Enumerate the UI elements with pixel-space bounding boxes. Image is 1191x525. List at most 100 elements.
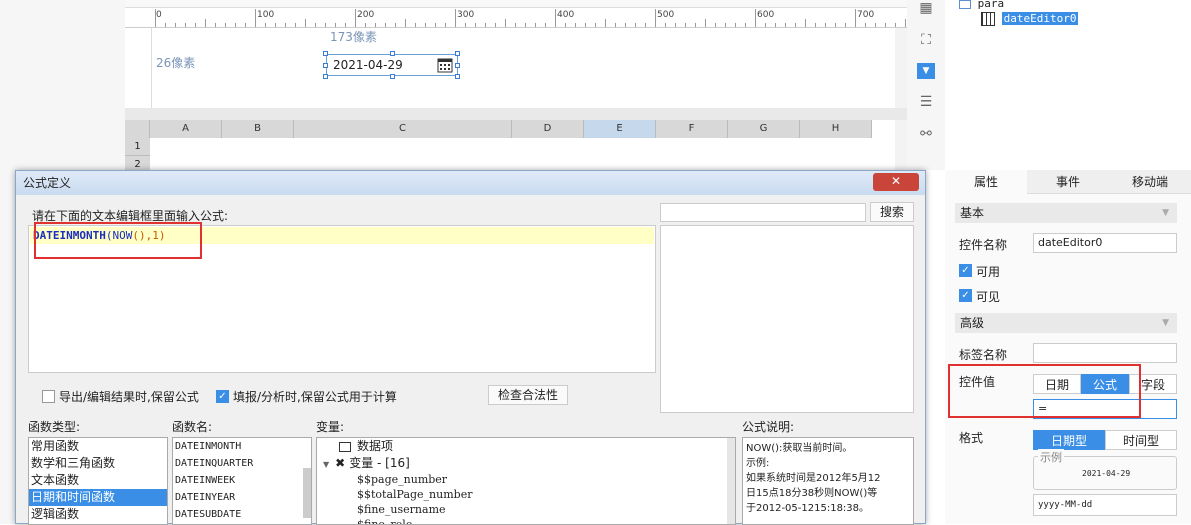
formula-dialog: 公式定义 ✕ 请在下面的文本编辑框里面输入公式: DATEINMONTH(NOW… [15, 170, 926, 525]
check-validity-button[interactable]: 检查合法性 [488, 385, 568, 405]
list-item[interactable]: DATEINYEAR [173, 489, 311, 506]
basic-section[interactable]: 基本 ▼ [955, 203, 1177, 223]
resize-handle[interactable] [455, 63, 460, 68]
widget-tool-icon[interactable]: ▦ [917, 0, 935, 16]
ruler-tick [845, 23, 846, 27]
list-item[interactable]: 常用函数 [29, 438, 167, 455]
scrollbar[interactable] [727, 438, 735, 524]
list-item-selected[interactable]: 日期和时间函数 [29, 489, 167, 506]
ruler-tick [405, 19, 406, 27]
format-mode-date[interactable]: 日期型 [1033, 430, 1105, 450]
visible-label: 可见 [976, 290, 1001, 304]
tab-properties[interactable]: 属性 [945, 170, 1027, 194]
ruler-tick [315, 23, 316, 27]
ruler-tick [475, 23, 476, 27]
advanced-section[interactable]: 高级 ▼ [955, 313, 1177, 333]
variable-item[interactable]: $$totalPage_number [317, 487, 735, 502]
column-header[interactable]: A [150, 120, 222, 138]
variable-item[interactable]: $$page_number [317, 472, 735, 487]
component-tree: para dateEditor0 [945, 0, 1191, 170]
list-item[interactable]: DATEINMONTH [173, 438, 311, 455]
link-icon[interactable]: ⚯ [917, 126, 935, 142]
ruler-tick [255, 9, 256, 27]
ruler-tick [595, 23, 596, 27]
tree-item-date-editor[interactable]: dateEditor0 [981, 12, 1079, 26]
design-canvas[interactable] [125, 28, 895, 108]
list-item[interactable]: DATEINQUARTER [173, 455, 311, 472]
list-item[interactable]: DATEINWEEK [173, 472, 311, 489]
func-name-list[interactable]: DATEINMONTH DATEINQUARTER DATEINWEEK DAT… [172, 437, 312, 525]
enabled-checkbox[interactable]: ✓ [959, 264, 972, 277]
ruler-tick [625, 23, 626, 27]
format-mode-time[interactable]: 时间型 [1105, 430, 1177, 450]
variable-item[interactable]: $fine_username [317, 502, 735, 517]
resize-handle[interactable] [323, 51, 328, 56]
tab-events[interactable]: 事件 [1027, 170, 1109, 194]
column-header[interactable]: G [728, 120, 800, 138]
column-header[interactable]: F [656, 120, 728, 138]
tab-mobile[interactable]: 移动端 [1109, 170, 1191, 194]
column-header[interactable]: H [800, 120, 872, 138]
ruler-tick [655, 9, 656, 27]
search-input[interactable] [660, 203, 866, 222]
ruler-tick [195, 23, 196, 27]
resize-handle[interactable] [323, 74, 328, 79]
calendar-icon[interactable] [437, 57, 453, 73]
func-type-list[interactable]: 常用函数 数学和三角函数 文本函数 日期和时间函数 逻辑函数 [28, 437, 168, 525]
column-header[interactable]: E [584, 120, 656, 138]
search-results[interactable] [660, 225, 914, 413]
ruler-tick [525, 23, 526, 27]
dialog-title: 公式定义 [23, 176, 72, 190]
ruler-tick [335, 23, 336, 27]
chevron-down-icon: ▼ [1162, 208, 1169, 218]
ruler-label: 400 [557, 10, 575, 20]
list-item[interactable]: DATESUBDATE [173, 506, 311, 523]
tree-item-variables[interactable]: ▼ ✖ 变量 - [16] [317, 455, 735, 472]
pane-splitter[interactable] [125, 108, 907, 120]
close-button[interactable]: ✕ [873, 173, 919, 191]
resize-handle[interactable] [390, 74, 395, 79]
list-item[interactable]: 逻辑函数 [29, 506, 167, 523]
dropdown-widget-icon[interactable]: ▼ [917, 63, 935, 79]
ruler-tick [485, 23, 486, 27]
ruler-tick [205, 19, 206, 27]
resize-handle[interactable] [455, 51, 460, 56]
crop-icon[interactable]: ⛶ [917, 32, 935, 48]
row-header[interactable]: 1 [125, 138, 150, 156]
ruler-tick [515, 23, 516, 27]
column-header[interactable]: B [222, 120, 294, 138]
resize-handle[interactable] [390, 51, 395, 56]
control-name-input[interactable]: dateEditor0 [1033, 233, 1177, 253]
keep-on-export-checkbox[interactable] [42, 390, 55, 403]
variable-tree[interactable]: 数据项 ▼ ✖ 变量 - [16] $$page_number $$totalPag… [316, 437, 736, 525]
ruler-tick [245, 23, 246, 27]
keep-on-export-label: 导出/编辑结果时,保留公式 [59, 390, 199, 404]
date-editor-widget[interactable]: 2021-04-29 [326, 54, 458, 76]
layer-icon[interactable]: ☰ [917, 94, 935, 110]
tag-name-input[interactable] [1033, 343, 1177, 363]
format-pattern-input[interactable]: yyyy-MM-dd [1033, 494, 1177, 516]
ruler-tick [705, 19, 706, 27]
control-name-label: 控件名称 [959, 238, 1008, 252]
resize-handle[interactable] [323, 63, 328, 68]
tree-item-para[interactable]: para [959, 0, 1004, 10]
ruler-label: 600 [757, 10, 775, 20]
corner-cell[interactable] [125, 120, 150, 138]
list-item[interactable]: 文本函数 [29, 472, 167, 489]
search-button[interactable]: 搜索 [870, 202, 914, 222]
resize-handle[interactable] [455, 74, 460, 79]
tree-item-data[interactable]: 数据项 [317, 438, 735, 455]
ruler-tick [155, 9, 156, 27]
keep-on-fill-checkbox[interactable]: ✓ [216, 390, 229, 403]
ruler-tick [805, 19, 806, 27]
description-line: 日15点18分38秒则NOW()等 [746, 488, 878, 499]
ruler-tick [685, 23, 686, 27]
ruler-tick [555, 9, 556, 27]
visible-checkbox[interactable]: ✓ [959, 289, 972, 302]
list-item[interactable]: 数学和三角函数 [29, 455, 167, 472]
column-header[interactable]: C [294, 120, 512, 138]
ruler-tick [275, 23, 276, 27]
column-header[interactable]: D [512, 120, 584, 138]
dialog-titlebar[interactable]: 公式定义 ✕ [16, 171, 925, 195]
scrollbar[interactable] [303, 468, 311, 518]
